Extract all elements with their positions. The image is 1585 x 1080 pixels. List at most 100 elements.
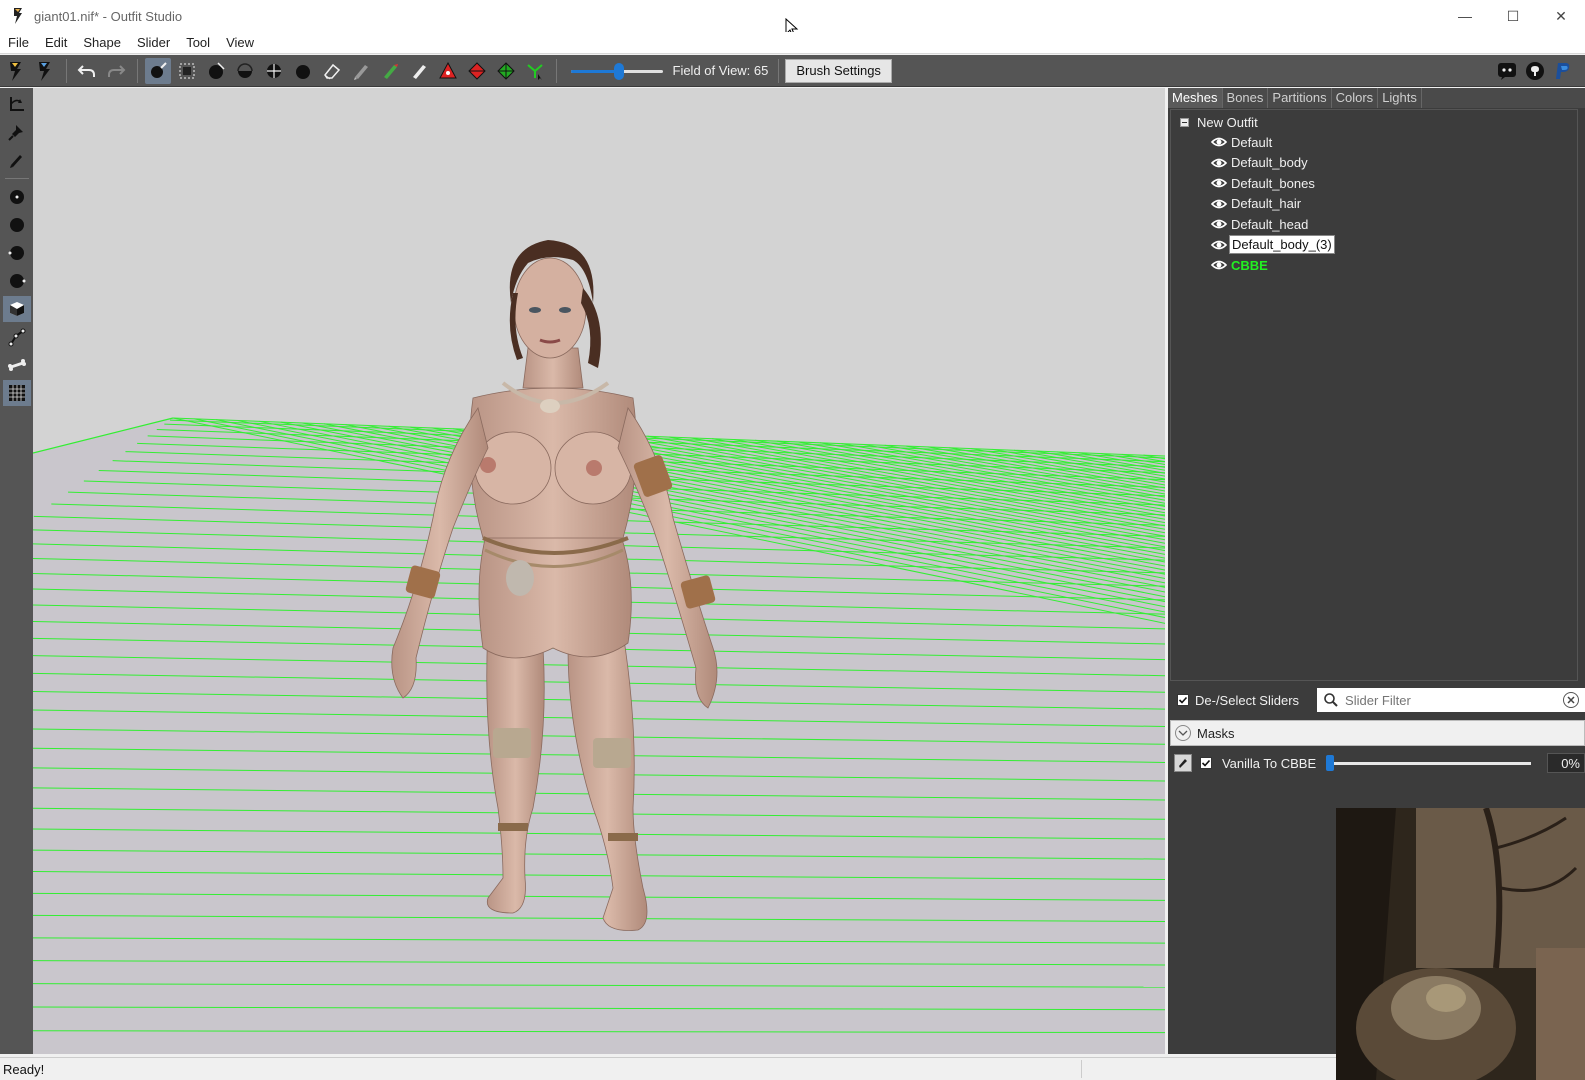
slider-filter-input[interactable]: [1345, 692, 1556, 708]
color-brush-button[interactable]: [377, 58, 403, 84]
fov-slider-thumb[interactable]: [613, 62, 624, 80]
show-vertices-button[interactable]: [3, 184, 31, 210]
mask-view-button[interactable]: [2, 296, 31, 322]
eye-icon[interactable]: [1211, 177, 1227, 189]
weight-brush-button[interactable]: [348, 58, 374, 84]
reference-logo-icon: [39, 61, 50, 81]
close-button[interactable]: ✕: [1537, 0, 1585, 32]
mesh-item[interactable]: Default_bones: [1171, 173, 1577, 194]
mesh-tree[interactable]: New Outfit Default Default_body Default_bo…: [1170, 109, 1578, 681]
vertex-edit-tool-button[interactable]: [3, 147, 31, 173]
sphere-solid-icon: [9, 218, 24, 232]
mesh-item[interactable]: Default: [1171, 132, 1577, 153]
alpha-brush-button[interactable]: [406, 58, 432, 84]
eye-icon[interactable]: [1211, 157, 1227, 169]
move-brush-button[interactable]: [261, 58, 287, 84]
minimize-button[interactable]: —: [1441, 0, 1489, 32]
background-preview-image: [1336, 808, 1585, 1080]
mesh-item[interactable]: CBBE: [1171, 255, 1577, 276]
mesh-item[interactable]: Default_body_(3): [1171, 235, 1577, 256]
undo-button[interactable]: [74, 58, 100, 84]
collapse-icon[interactable]: [1180, 117, 1189, 127]
toolbar-separator: [555, 58, 557, 83]
menu-edit[interactable]: Edit: [37, 35, 75, 50]
3d-viewport[interactable]: [33, 88, 1165, 1054]
mesh-item[interactable]: Default_hair: [1171, 194, 1577, 215]
brush-settings-button[interactable]: Brush Settings: [785, 58, 892, 83]
tab-meshes[interactable]: Meshes: [1168, 88, 1223, 108]
menu-tool[interactable]: Tool: [178, 35, 218, 50]
smooth-brush-button[interactable]: [290, 58, 316, 84]
move-vertex-icon: [527, 63, 543, 80]
smooth-brush-icon: [296, 64, 310, 79]
transform-tool-button[interactable]: [3, 91, 31, 117]
split-edge-button[interactable]: [493, 58, 519, 84]
tab-lights[interactable]: Lights: [1378, 88, 1422, 108]
menu-bar: File Edit Shape Slider Tool View: [0, 32, 1585, 54]
move-vertex-button[interactable]: [522, 58, 548, 84]
outfit-name: New Outfit: [1197, 114, 1258, 130]
mesh-item[interactable]: Default_body: [1171, 153, 1577, 174]
tab-colors[interactable]: Colors: [1332, 88, 1379, 108]
slider-filter-box: [1317, 688, 1585, 712]
field-of-view-slider[interactable]: [570, 59, 663, 83]
outfit-logo-button[interactable]: [3, 58, 29, 84]
deselect-sliders-checkbox[interactable]: [1177, 694, 1189, 706]
transform-icon: [9, 97, 24, 111]
masks-section[interactable]: Masks: [1170, 720, 1585, 746]
select-brush-button[interactable]: [145, 57, 171, 84]
eye-icon[interactable]: [1211, 239, 1227, 251]
slider-enable-checkbox[interactable]: [1199, 757, 1212, 769]
tab-bones[interactable]: Bones: [1223, 88, 1269, 108]
github-button[interactable]: [1522, 58, 1548, 84]
textures-button[interactable]: [3, 268, 31, 294]
menu-slider[interactable]: Slider: [129, 35, 178, 50]
pivot-tool-button[interactable]: [3, 119, 31, 145]
viewport-canvas[interactable]: [33, 88, 1165, 1054]
checkmark-icon: [1201, 759, 1211, 767]
deflate-brush-button[interactable]: [232, 58, 258, 84]
slider-value[interactable]: 0%: [1547, 753, 1585, 773]
wireframe-button[interactable]: [3, 212, 31, 238]
eraser-button[interactable]: [319, 58, 345, 84]
logo-icon: [10, 61, 21, 81]
maximize-button[interactable]: ☐: [1489, 0, 1537, 32]
tree-root-outfit[interactable]: New Outfit: [1171, 112, 1577, 132]
discord-button[interactable]: [1494, 58, 1520, 84]
menu-shape[interactable]: Shape: [75, 35, 129, 50]
bones-view-button[interactable]: [3, 324, 31, 350]
mask-brush-button[interactable]: [174, 58, 200, 84]
segments-button[interactable]: [3, 352, 31, 378]
tab-partitions[interactable]: Partitions: [1268, 88, 1332, 108]
eye-icon[interactable]: [1211, 136, 1227, 148]
mesh-item[interactable]: Default_head: [1171, 214, 1577, 235]
checkmark-icon: [1178, 696, 1188, 704]
grid-toggle-button[interactable]: [2, 380, 31, 406]
grid-icon: [8, 385, 25, 401]
eye-icon[interactable]: [1211, 218, 1227, 230]
menu-view[interactable]: View: [218, 35, 262, 50]
outfit-studio-window: giant01.nif* - Outfit Studio — ☐ ✕ File …: [0, 0, 1585, 1080]
eraser-icon: [324, 63, 341, 79]
collapse-vertex-button[interactable]: [435, 58, 461, 84]
reference-logo-button[interactable]: [32, 58, 58, 84]
inflate-brush-button[interactable]: [203, 58, 229, 84]
redo-button[interactable]: [103, 58, 129, 84]
paypal-button[interactable]: [1550, 58, 1576, 84]
toolbar-separator: [778, 58, 780, 83]
slider-edit-button[interactable]: [1174, 754, 1192, 772]
pin-icon: [7, 125, 23, 141]
lighting-button[interactable]: [3, 240, 31, 266]
eye-icon[interactable]: [1211, 198, 1227, 210]
clear-filter-button[interactable]: [1563, 692, 1579, 708]
chevron-down-icon[interactable]: [1175, 725, 1191, 741]
alpha-brush-icon: [413, 64, 426, 79]
status-bar: Ready!: [0, 1057, 1336, 1080]
menu-file[interactable]: File: [0, 35, 37, 50]
flip-edge-button[interactable]: [464, 58, 490, 84]
eye-icon[interactable]: [1211, 259, 1227, 271]
left-toolbar-separator: [4, 178, 29, 179]
slider-thumb[interactable]: [1325, 755, 1334, 771]
status-text: Ready!: [3, 1061, 45, 1077]
slider-control[interactable]: [1325, 753, 1532, 773]
